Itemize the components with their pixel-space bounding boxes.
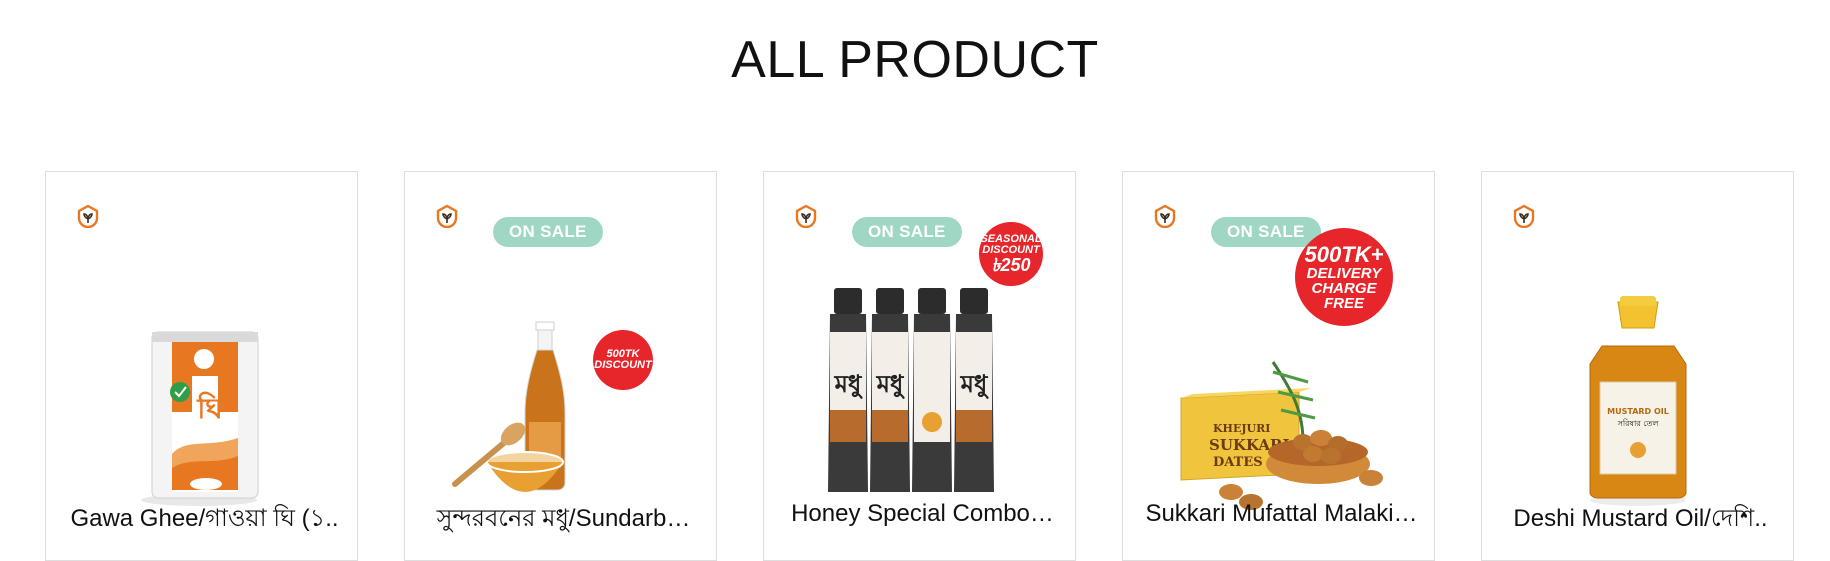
- brand-logo-icon: [795, 204, 817, 228]
- product-name[interactable]: Sukkari Mufattal Malaki…: [1143, 500, 1420, 528]
- svg-text:ঘি: ঘি: [196, 391, 224, 425]
- brand-logo-icon: [436, 204, 458, 228]
- svg-text:সরিষার তেল: সরিষার তেল: [1617, 419, 1660, 428]
- product-image-mustard-oil[interactable]: MUSTARD OIL সরিষার তেল: [1482, 242, 1794, 542]
- product-image-honey[interactable]: [405, 242, 717, 542]
- section-title: ALL PRODUCT: [731, 31, 1099, 89]
- product-name[interactable]: Gawa Ghee/গাওয়া ঘি (১..: [66, 500, 343, 540]
- svg-text:মধু: মধু: [960, 370, 990, 399]
- product-image-honey-combo[interactable]: মধু মধু মধু: [764, 242, 1076, 542]
- brand-logo-icon: [77, 204, 99, 228]
- product-image-ghee[interactable]: ঘি: [46, 242, 358, 542]
- product-card[interactable]: ON SALE 500TK+ DELIVERY CHARGE FREE KHEJ…: [1122, 171, 1435, 561]
- product-name[interactable]: সুন্দরবনের মধু/Sundarb…: [425, 500, 702, 540]
- product-card[interactable]: MUSTARD OIL সরিষার তেল Deshi Mustard Oil…: [1481, 171, 1794, 561]
- svg-text:মধু: মধু: [834, 370, 864, 399]
- product-name[interactable]: Deshi Mustard Oil/দেশি..: [1502, 500, 1779, 540]
- svg-text:DATES: DATES: [1213, 455, 1263, 470]
- svg-text:মধু: মধু: [876, 370, 906, 399]
- brand-logo-icon: [1154, 204, 1176, 228]
- svg-text:MUSTARD OIL: MUSTARD OIL: [1607, 407, 1669, 416]
- svg-text:KHEJURI: KHEJURI: [1213, 422, 1270, 435]
- product-image-dates[interactable]: KHEJURI SUKKARI DATES: [1123, 242, 1435, 542]
- product-card[interactable]: ON SALE SEASONAL DISCOUNT ৳250 মধু মধু ম…: [763, 171, 1076, 561]
- product-card[interactable]: ঘি Gawa Ghee/গাওয়া ঘি (১..: [45, 171, 358, 561]
- product-card[interactable]: ON SALE 500TK DISCOUNT সুন্দরবনের মধু/Su…: [404, 171, 717, 561]
- product-name[interactable]: Honey Special Combo…: [784, 500, 1061, 528]
- brand-logo-icon: [1513, 204, 1535, 228]
